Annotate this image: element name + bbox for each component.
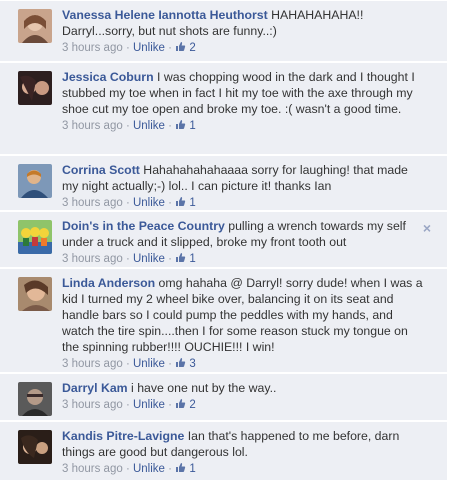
unlike-link[interactable]: Unlike — [133, 358, 165, 370]
comment-meta: 3 hours ago · Unlike · 3 — [62, 356, 425, 372]
comment-author-link[interactable]: Vanessa Helene Iannotta Heuthorst — [62, 8, 268, 22]
unlike-link[interactable]: Unlike — [133, 463, 165, 475]
like-count-link[interactable]: 2 — [175, 42, 196, 54]
comment-author-link[interactable]: Darryl Kam — [62, 381, 128, 395]
avatar[interactable] — [18, 382, 52, 416]
thumbs-up-icon — [176, 42, 186, 51]
comment-meta: 3 hours ago · Unlike · 1 — [62, 251, 425, 267]
comment-author-link[interactable]: Corrina Scott — [62, 163, 140, 177]
meta-separator: · — [164, 399, 176, 411]
comment-item: Doin's in the Peace Country pulling a wr… — [0, 211, 447, 267]
thumbs-up-icon — [176, 120, 186, 129]
comment-item: Corrina Scott Hahahahahahaaaa sorry for … — [0, 155, 447, 210]
thumbs-up-icon — [176, 197, 186, 206]
comment-item: Linda Anderson omg hahaha @ Darryl! sorr… — [0, 268, 447, 372]
avatar[interactable] — [18, 220, 52, 254]
avatar[interactable] — [18, 71, 52, 105]
comment-meta: 3 hours ago · Unlike · 1 — [62, 461, 425, 477]
thumbs-up-icon — [176, 358, 186, 367]
meta-separator: · — [122, 399, 133, 411]
meta-separator: · — [164, 197, 176, 209]
comment-item: Kandis Pitre-Lavigne Ian that's happened… — [0, 421, 447, 480]
thumbs-up-icon — [176, 253, 186, 262]
comment-timestamp[interactable]: 3 hours ago — [62, 253, 123, 265]
comment-body: Jessica Coburn I was chopping wood in th… — [62, 69, 425, 134]
thumbs-up-icon — [176, 399, 186, 408]
meta-separator: · — [164, 253, 176, 265]
like-count-link[interactable]: 2 — [175, 399, 196, 411]
avatar[interactable] — [18, 430, 52, 464]
comment-text: i have one nut by the way.. — [127, 381, 277, 395]
meta-separator: · — [122, 358, 133, 370]
comment-meta: 3 hours ago · Unlike · 2 — [62, 397, 425, 413]
meta-separator: · — [122, 463, 133, 475]
comment-author-link[interactable]: Kandis Pitre-Lavigne — [62, 429, 184, 443]
like-count: 1 — [189, 197, 196, 209]
comment-body: Darryl Kam i have one nut by the way.. 3… — [62, 380, 425, 413]
avatar[interactable] — [18, 9, 52, 43]
comment-timestamp[interactable]: 3 hours ago — [62, 463, 123, 475]
like-count-link[interactable]: 1 — [175, 463, 196, 475]
thumbs-up-icon — [176, 463, 186, 472]
meta-separator: · — [122, 42, 133, 54]
comment-timestamp[interactable]: 3 hours ago — [62, 197, 123, 209]
comment-meta: 3 hours ago · Unlike · 2 — [62, 40, 425, 56]
like-count-link[interactable]: 3 — [175, 358, 196, 370]
avatar[interactable] — [18, 277, 52, 311]
like-count: 3 — [189, 358, 196, 370]
unlike-link[interactable]: Unlike — [133, 197, 165, 209]
meta-separator: · — [164, 358, 176, 370]
like-count: 2 — [189, 42, 196, 54]
comment-timestamp[interactable]: 3 hours ago — [62, 42, 123, 54]
comment-timestamp[interactable]: 3 hours ago — [62, 120, 123, 132]
meta-separator: · — [122, 253, 133, 265]
meta-separator: · — [122, 197, 133, 209]
comment-item: Vanessa Helene Iannotta Heuthorst HAHAHA… — [0, 0, 447, 61]
comment-feed: Vanessa Helene Iannotta Heuthorst HAHAHA… — [0, 0, 451, 480]
avatar[interactable] — [18, 164, 52, 198]
like-count-link[interactable]: 1 — [175, 120, 196, 132]
like-count: 2 — [189, 399, 196, 411]
comment-author-link[interactable]: Jessica Coburn — [62, 70, 154, 84]
comment-body: Doin's in the Peace Country pulling a wr… — [62, 218, 425, 267]
unlike-link[interactable]: Unlike — [133, 42, 165, 54]
comment-item: Darryl Kam i have one nut by the way.. 3… — [0, 373, 447, 420]
meta-separator: · — [122, 120, 133, 132]
unlike-link[interactable]: Unlike — [133, 253, 165, 265]
like-count: 1 — [189, 463, 196, 475]
meta-separator: · — [164, 120, 176, 132]
comment-body: Linda Anderson omg hahaha @ Darryl! sorr… — [62, 275, 425, 372]
comment-timestamp[interactable]: 3 hours ago — [62, 399, 123, 411]
remove-comment-icon[interactable]: × — [423, 221, 431, 235]
comment-body: Vanessa Helene Iannotta Heuthorst HAHAHA… — [62, 7, 425, 56]
like-count: 1 — [189, 120, 196, 132]
comment-body: Corrina Scott Hahahahahahaaaa sorry for … — [62, 162, 425, 211]
like-count-link[interactable]: 1 — [175, 253, 196, 265]
unlike-link[interactable]: Unlike — [133, 120, 165, 132]
comment-author-link[interactable]: Linda Anderson — [62, 276, 155, 290]
like-count: 1 — [189, 253, 196, 265]
comment-body: Kandis Pitre-Lavigne Ian that's happened… — [62, 428, 425, 477]
comment-item: Jessica Coburn I was chopping wood in th… — [0, 62, 447, 154]
comment-meta: 3 hours ago · Unlike · 1 — [62, 118, 425, 134]
meta-separator: · — [164, 42, 176, 54]
like-count-link[interactable]: 1 — [175, 197, 196, 209]
comment-timestamp[interactable]: 3 hours ago — [62, 358, 123, 370]
comment-meta: 3 hours ago · Unlike · 1 — [62, 195, 425, 211]
meta-separator: · — [164, 463, 176, 475]
unlike-link[interactable]: Unlike — [133, 399, 165, 411]
comment-author-link[interactable]: Doin's in the Peace Country — [62, 219, 225, 233]
